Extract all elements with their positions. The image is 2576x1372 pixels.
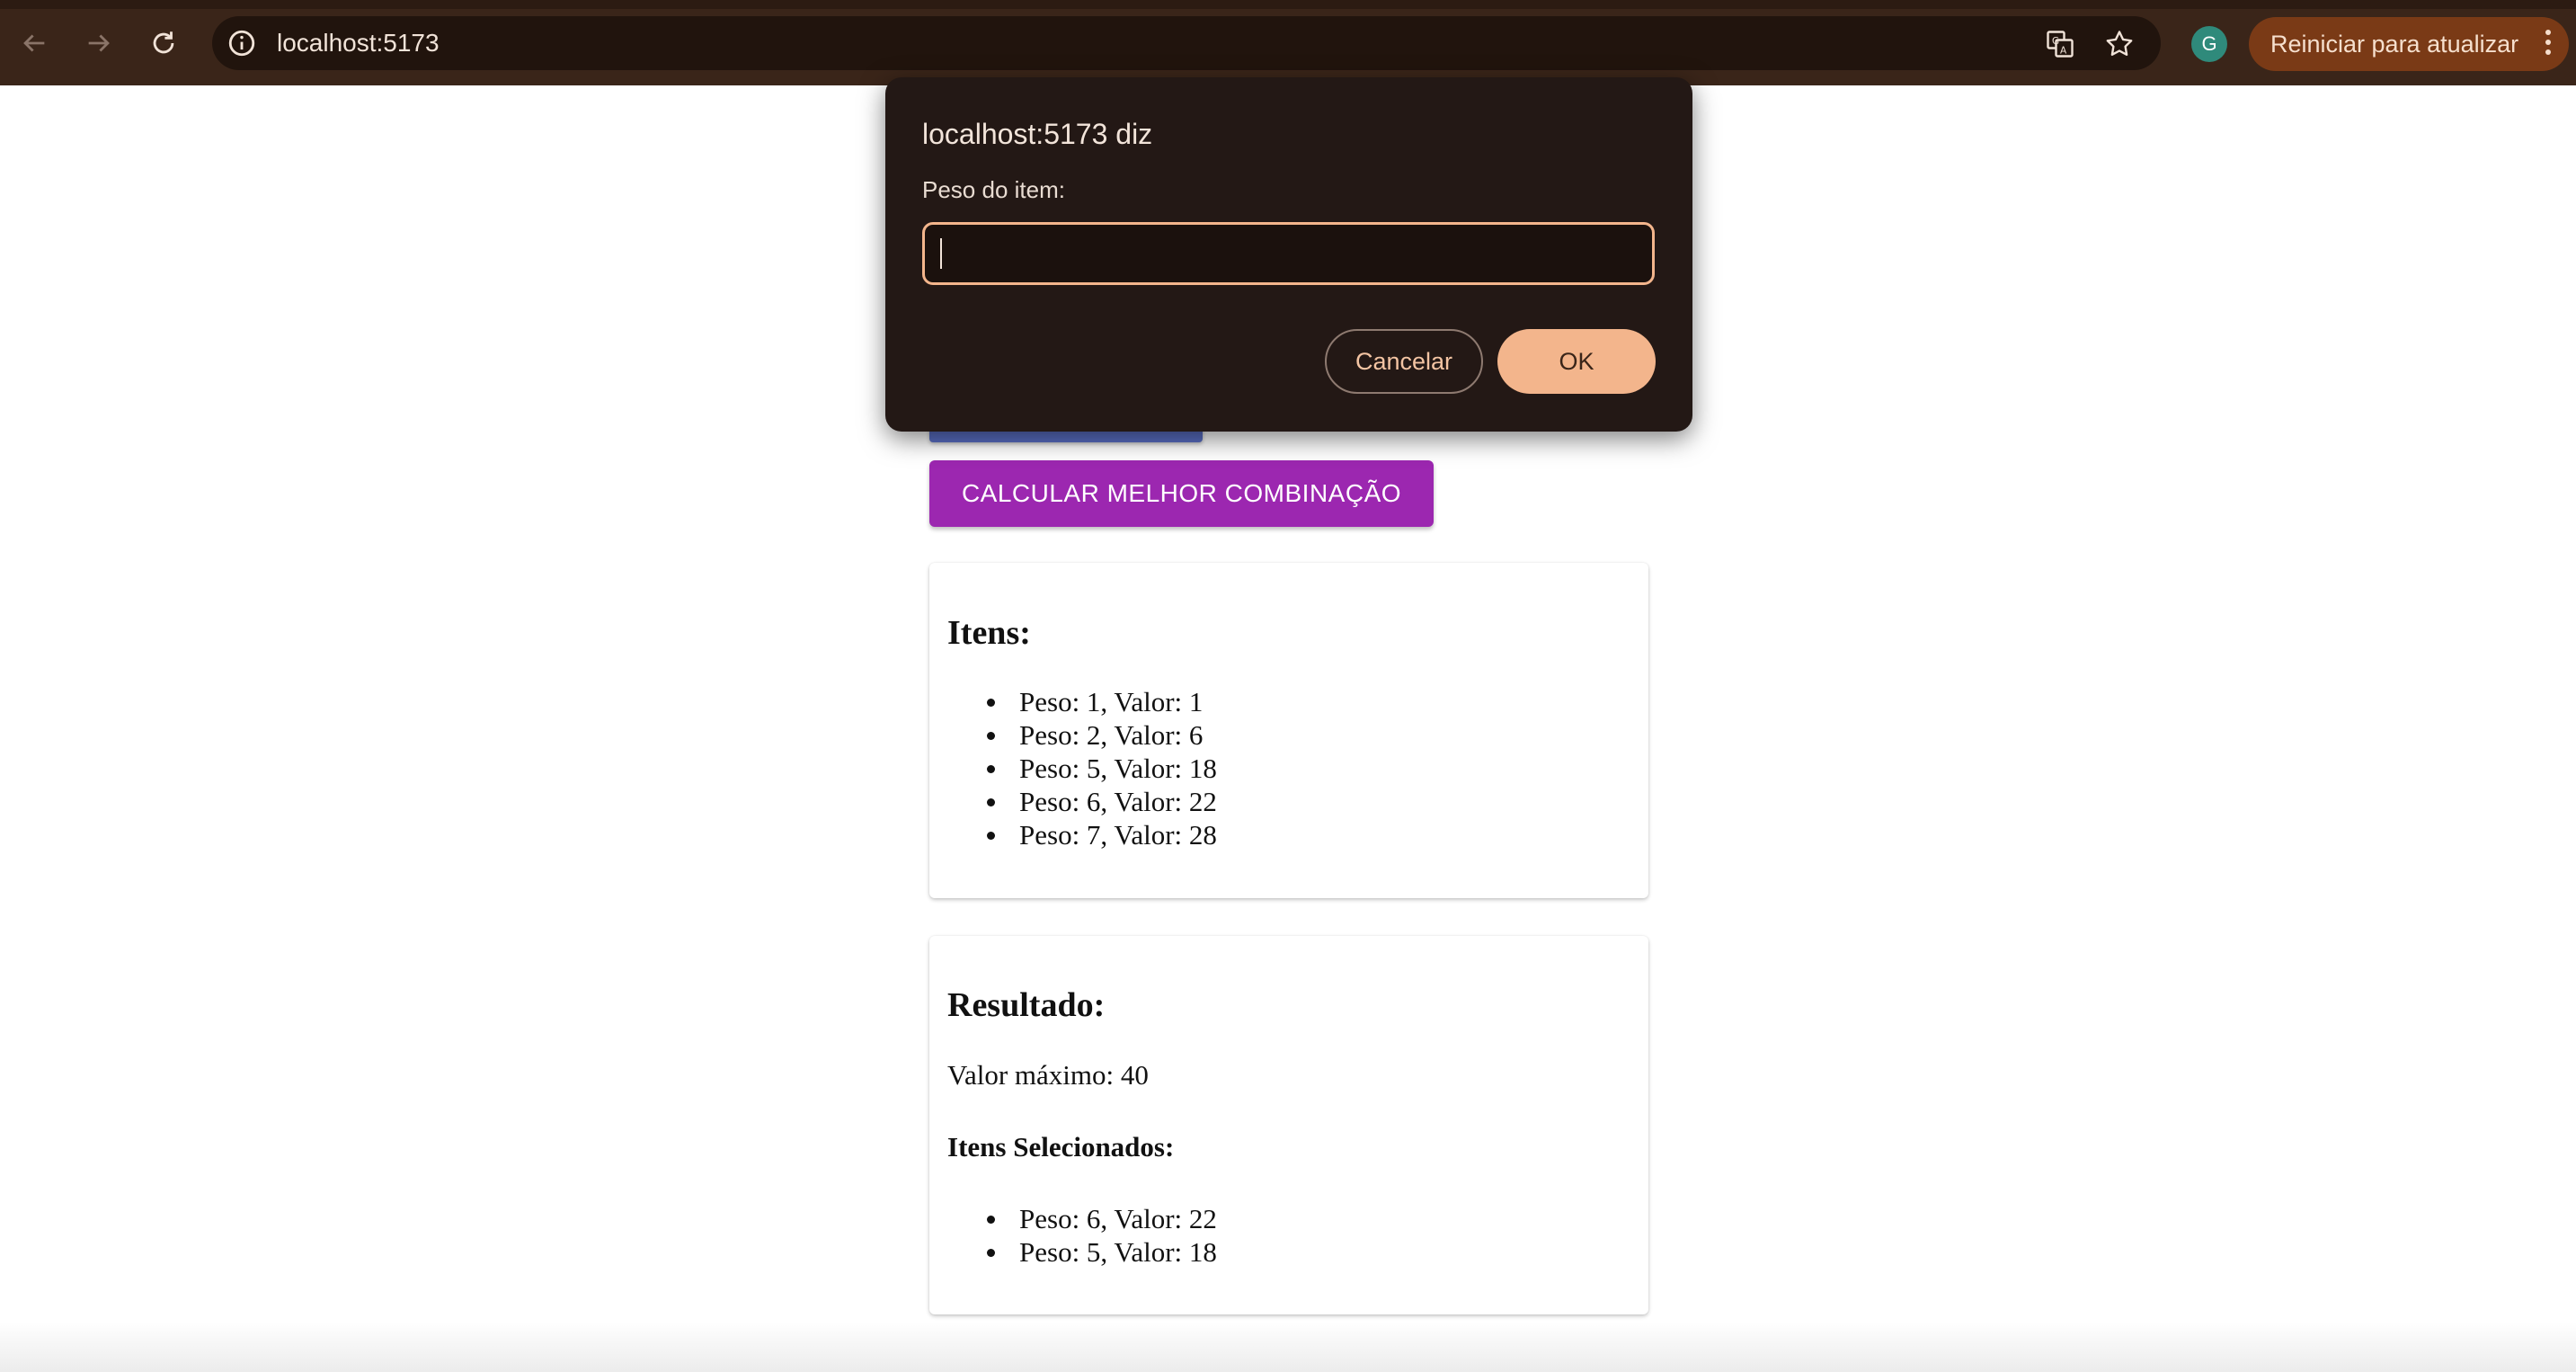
forward-button[interactable]: [76, 20, 122, 67]
result-card: Resultado: Valor máximo: 40 Itens Seleci…: [929, 936, 1648, 1314]
reload-icon: [153, 31, 174, 54]
back-arrow-icon: [23, 34, 45, 52]
list-item: Peso: 1, Valor: 1: [987, 685, 1217, 718]
restart-to-update-button[interactable]: Reiniciar para atualizar: [2249, 17, 2569, 71]
ok-button[interactable]: OK: [1497, 329, 1656, 394]
profile-avatar[interactable]: G: [2191, 26, 2227, 62]
url-text[interactable]: localhost:5173: [277, 16, 440, 70]
menu-kebab-icon[interactable]: [2545, 30, 2553, 58]
result-title: Resultado:: [947, 986, 1106, 1024]
list-item: Peso: 5, Valor: 18: [987, 752, 1217, 785]
items-title: Itens:: [947, 614, 1031, 652]
calculate-best-combination-button[interactable]: CALCULAR MELHOR COMBINAÇÃO: [929, 460, 1434, 527]
list-item: Peso: 5, Valor: 18: [987, 1235, 1217, 1269]
items-card: Itens: Peso: 1, Valor: 1 Peso: 2, Valor:…: [929, 563, 1648, 898]
dialog-title: localhost:5173 diz: [922, 118, 1153, 150]
restart-to-update-label: Reiniciar para atualizar: [2270, 31, 2519, 58]
tab-strip-edge: [0, 0, 2576, 9]
max-value-text: Valor máximo: 40: [947, 1059, 1149, 1091]
list-item: Peso: 7, Valor: 28: [987, 818, 1217, 851]
prompt-dialog: localhost:5173 diz Peso do item: Cancela…: [885, 77, 1692, 432]
address-bar[interactable]: localhost:5173 G A: [212, 16, 2161, 70]
selected-items-title: Itens Selecionados:: [947, 1131, 1175, 1163]
dialog-label: Peso do item:: [922, 176, 1065, 203]
text-caret: [940, 238, 942, 269]
list-item: Peso: 2, Valor: 6: [987, 718, 1217, 752]
svg-text:A: A: [2060, 46, 2067, 57]
list-item: Peso: 6, Valor: 22: [987, 785, 1217, 818]
cancel-button[interactable]: Cancelar: [1325, 329, 1483, 394]
selected-items-list: Peso: 6, Valor: 22 Peso: 5, Valor: 18: [987, 1202, 1217, 1269]
svg-text:G: G: [2052, 36, 2059, 47]
reload-button[interactable]: [140, 20, 187, 67]
bookmark-star-icon[interactable]: [2103, 28, 2136, 60]
item-weight-input[interactable]: [922, 222, 1655, 285]
browser-toolbar: localhost:5173 G A G Reiniciar para atua…: [0, 0, 2576, 85]
page-bottom-shadow: [0, 1322, 2576, 1372]
items-list: Peso: 1, Valor: 1 Peso: 2, Valor: 6 Peso…: [987, 685, 1217, 851]
forward-arrow-icon: [88, 34, 110, 52]
translate-icon[interactable]: G A: [2044, 28, 2076, 60]
site-info-icon[interactable]: [227, 28, 257, 58]
back-button[interactable]: [11, 20, 58, 67]
list-item: Peso: 6, Valor: 22: [987, 1202, 1217, 1235]
